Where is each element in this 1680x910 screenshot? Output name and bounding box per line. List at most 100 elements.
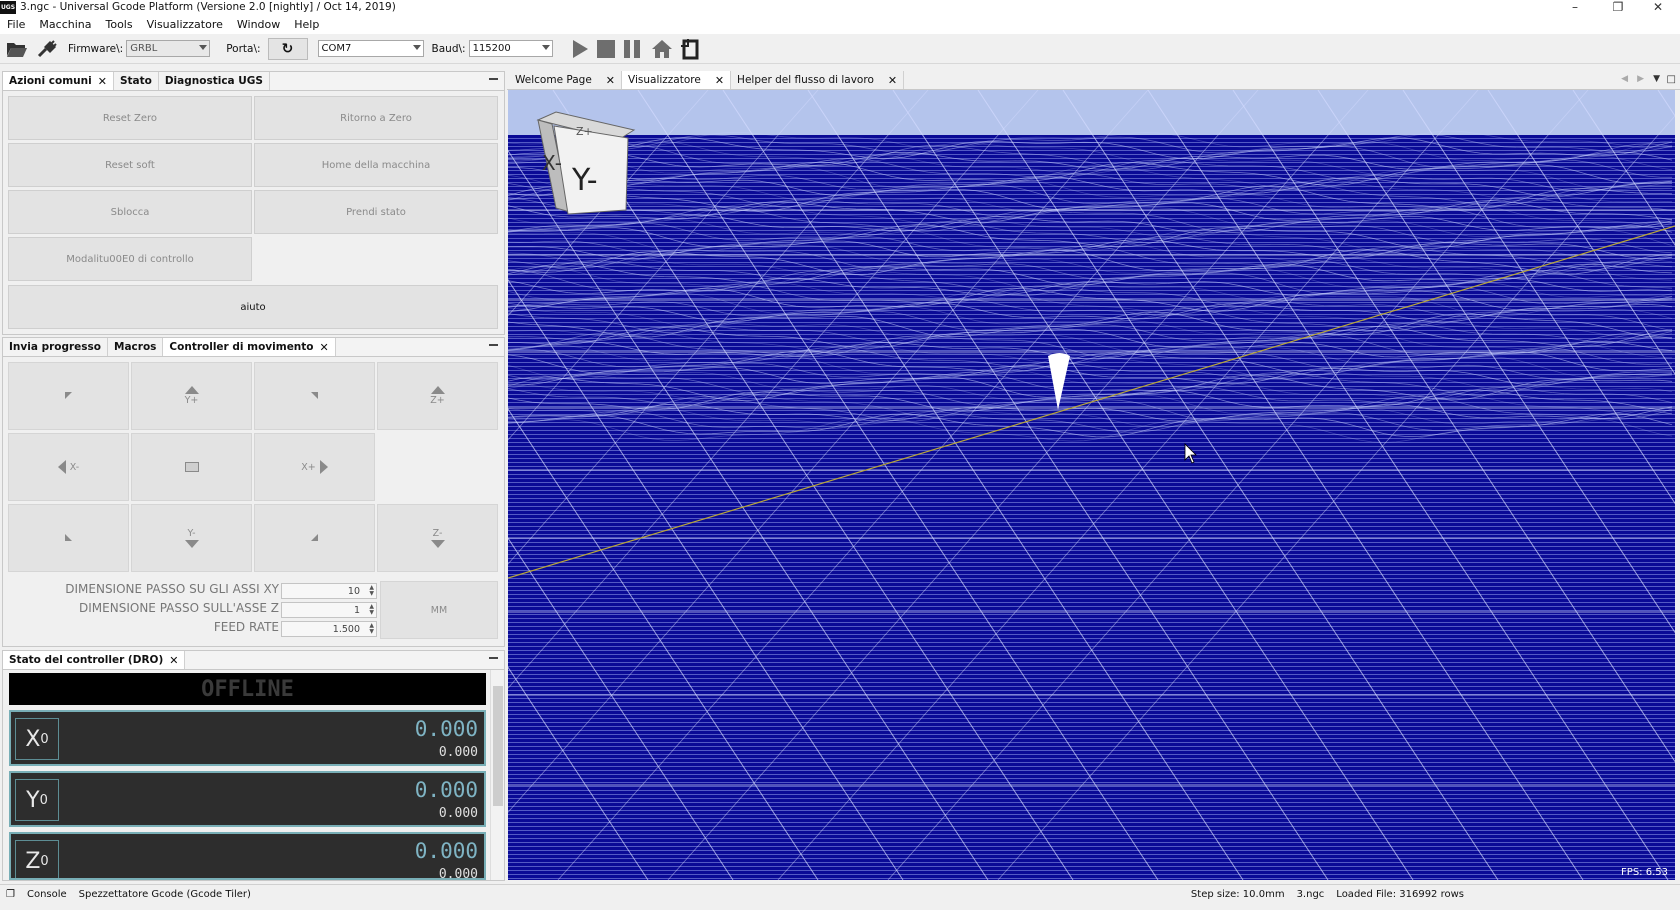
minimize-panel-icon[interactable] <box>489 78 498 80</box>
home-icon[interactable] <box>649 37 675 61</box>
y-axis-label[interactable]: Y0 <box>15 779 59 821</box>
jog-xplus-button[interactable]: X+ <box>254 433 375 501</box>
tab-visualizzatore[interactable]: Visualizzatore ✕ <box>622 71 732 89</box>
pause-icon[interactable] <box>619 37 645 61</box>
panel-restore-icon[interactable]: ❐ <box>0 889 21 900</box>
baud-label: Baud\: <box>431 42 466 55</box>
feed-rate-input[interactable]: 1.500 ▲ ▼ <box>281 621 377 637</box>
arrow-down-right-icon <box>310 534 318 541</box>
console-tab[interactable]: Console <box>21 889 73 900</box>
unlock-button[interactable]: Sblocca <box>8 190 252 234</box>
jog-tab-row: Invia progresso Macros Controller di mov… <box>3 338 504 357</box>
spinner-icon[interactable]: ▲ ▼ <box>369 604 374 616</box>
outline-icon[interactable] <box>677 37 703 61</box>
minimize-window-icon[interactable]: – <box>1555 0 1595 14</box>
refresh-ports-button[interactable]: ↻ <box>267 37 308 60</box>
tab-diagnostica[interactable]: Diagnostica UGS <box>159 72 270 90</box>
baud-select[interactable]: 115200 <box>468 40 553 57</box>
feed-rate-label: FEED RATE <box>213 620 279 634</box>
z-step-label: DIMENSIONE PASSO SULL'ASSE Z <box>79 601 279 615</box>
scroll-thumb[interactable] <box>493 686 503 806</box>
menu-window[interactable]: Window <box>230 18 287 31</box>
chevron-down-icon <box>199 45 208 50</box>
help-button[interactable]: aiuto <box>8 285 498 329</box>
jog-xplus-yplus-button[interactable] <box>254 362 375 430</box>
tab-macros[interactable]: Macros <box>108 338 164 356</box>
connect-plug-icon[interactable] <box>34 37 60 61</box>
check-mode-button[interactable]: Modalitu00E0 di controllo <box>8 237 252 281</box>
close-icon[interactable]: ✕ <box>320 341 329 354</box>
jog-center-button[interactable] <box>131 433 252 501</box>
tab-label: Stato <box>119 75 152 87</box>
close-icon[interactable]: ✕ <box>715 74 724 87</box>
home-machine-button[interactable]: Home della macchina <box>254 143 498 187</box>
xy-step-input[interactable]: 10 ▲ ▼ <box>281 583 377 599</box>
close-icon[interactable]: ✕ <box>606 74 615 87</box>
jog-label: X+ <box>301 461 316 473</box>
minimize-panel-icon[interactable] <box>489 344 498 346</box>
tab-list-icon[interactable]: ▼ <box>1653 74 1660 84</box>
jog-xminus-button[interactable]: X- <box>8 433 129 501</box>
jog-yplus-button[interactable]: Y+ <box>131 362 252 430</box>
close-window-icon[interactable]: ✕ <box>1638 0 1678 14</box>
return-zero-button[interactable]: Ritorno a Zero <box>254 96 498 140</box>
menu-file[interactable]: File <box>0 18 32 31</box>
port-value: COM7 <box>321 43 352 54</box>
tab-helper-flusso[interactable]: Helper del flusso di lavoro ✕ <box>731 71 905 89</box>
jog-zplus-button[interactable]: Z+ <box>377 362 498 430</box>
close-icon[interactable]: ✕ <box>888 74 897 87</box>
x-axis-label[interactable]: X0 <box>15 718 59 760</box>
jog-xminus-yminus-button[interactable] <box>8 504 129 572</box>
scroll-tabs-left-icon[interactable]: ◀ <box>1621 74 1628 84</box>
tab-azioni-comuni[interactable]: Azioni comuni ✕ <box>3 72 114 90</box>
menu-macchina[interactable]: Macchina <box>32 18 98 31</box>
close-icon[interactable]: ✕ <box>169 654 178 667</box>
app-logo: UGS <box>0 0 16 14</box>
firmware-select[interactable]: GRBL <box>126 40 211 57</box>
menu-tools[interactable]: Tools <box>99 18 140 31</box>
y-work-position: 0.000 <box>414 778 478 802</box>
z-axis-label[interactable]: Z0 <box>15 840 59 878</box>
stop-icon[interactable] <box>593 37 619 61</box>
soft-reset-button[interactable]: Reset soft <box>8 143 252 187</box>
fps-counter: FPS: 6.53 <box>1621 867 1668 878</box>
close-icon[interactable]: ✕ <box>98 75 107 88</box>
jog-xminus-yplus-button[interactable] <box>8 362 129 430</box>
tab-stato[interactable]: Stato <box>114 72 159 90</box>
tab-label: Stato del controller (DRO) <box>9 654 164 666</box>
z-axis-readout: Z0 0.000 0.000 <box>9 832 486 880</box>
arrow-up-right-icon <box>310 392 318 399</box>
jog-label: Y- <box>187 528 196 539</box>
minimize-panel-icon[interactable] <box>489 657 498 659</box>
restore-window-icon[interactable]: ❐ <box>1598 0 1638 14</box>
gcode-tiler-tab[interactable]: Spezzettatore Gcode (Gcode Tiler) <box>73 889 257 900</box>
scroll-tabs-right-icon[interactable]: ▶ <box>1637 74 1644 84</box>
dro-scrollbar[interactable] <box>490 670 504 880</box>
open-folder-icon[interactable] <box>4 37 30 61</box>
menu-help[interactable]: Help <box>287 18 326 31</box>
jog-yminus-button[interactable]: Y- <box>131 504 252 572</box>
cube-top-label: Z+ <box>576 125 593 138</box>
arrow-down-left-icon <box>64 534 72 541</box>
jog-zminus-button[interactable]: Z- <box>377 504 498 572</box>
spinner-icon[interactable]: ▲ ▼ <box>369 585 374 597</box>
jog-xplus-yminus-button[interactable] <box>254 504 375 572</box>
spinner-icon[interactable]: ▲ ▼ <box>369 623 374 635</box>
tab-welcome-page[interactable]: Welcome Page ✕ <box>509 71 623 89</box>
tab-controller-movimento[interactable]: Controller di movimento ✕ <box>163 338 336 356</box>
reset-zero-button[interactable]: Reset Zero <box>8 96 252 140</box>
tab-dro[interactable]: Stato del controller (DRO) ✕ <box>3 651 186 669</box>
step-size-status: Step size: 10.0mm <box>1190 889 1285 900</box>
toolpath-render[interactable]: Z+ X- Y- FPS: 6.53 <box>508 90 1675 880</box>
port-select[interactable]: COM7 <box>317 40 424 57</box>
play-icon[interactable] <box>567 37 593 61</box>
visualizer-canvas[interactable]: Z+ X- Y- FPS: 6.53 <box>508 90 1675 880</box>
cube-side-label: X- <box>542 151 562 175</box>
menu-visualizzatore[interactable]: Visualizzatore <box>140 18 230 31</box>
tab-invia-progresso[interactable]: Invia progresso <box>3 338 109 356</box>
maximize-icon[interactable]: □ <box>1667 74 1676 85</box>
z-step-input[interactable]: 1 ▲ ▼ <box>281 602 377 618</box>
get-state-button[interactable]: Prendi stato <box>254 190 498 234</box>
tab-label: Visualizzatore <box>628 74 701 86</box>
unit-toggle-button[interactable]: MM <box>380 581 498 639</box>
